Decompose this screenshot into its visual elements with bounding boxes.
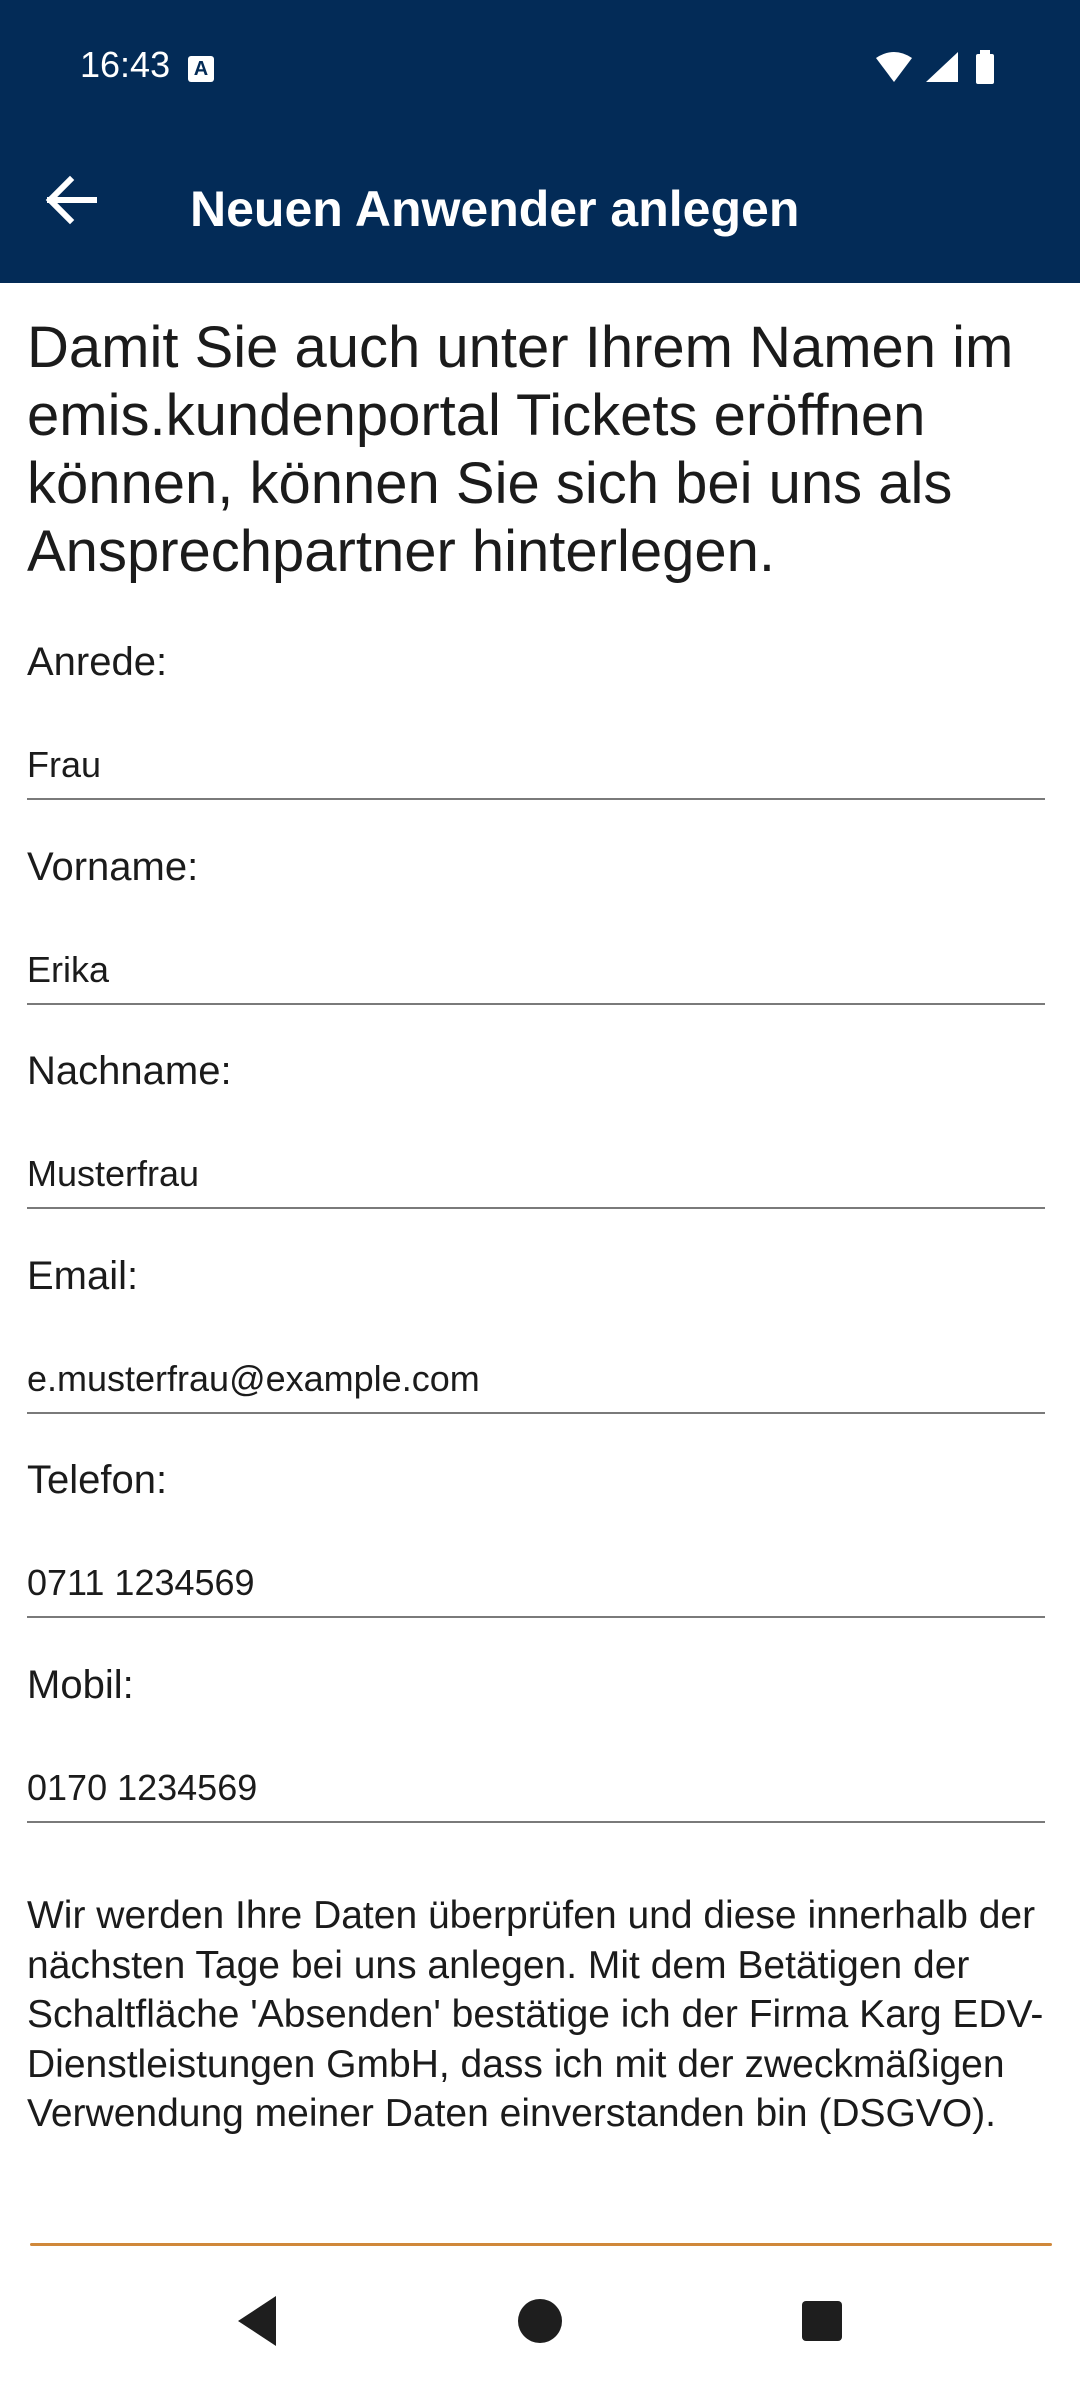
navigation-bar: [0, 2246, 1080, 2400]
phone-field[interactable]: 0711 1234569: [27, 1562, 255, 1604]
back-button[interactable]: [36, 164, 108, 236]
status-time: 16:43: [80, 44, 171, 85]
salutation-field[interactable]: Frau: [27, 744, 101, 786]
status-bar: 16:43 A: [0, 0, 1080, 136]
firstname-field[interactable]: Erika: [27, 949, 109, 991]
a-icon: A: [188, 56, 214, 82]
lastname-label: Nachname:: [27, 1049, 232, 1093]
nav-back-icon: [238, 2296, 276, 2346]
lastname-underline: [27, 1207, 1045, 1209]
mobile-label: Mobil:: [27, 1663, 134, 1707]
app-bar: Neuen Anwender anlegen: [0, 136, 1080, 283]
firstname-label: Vorname:: [27, 845, 199, 889]
signal-icon: [926, 52, 958, 82]
nav-recents-button[interactable]: [762, 2246, 882, 2400]
phone-underline: [27, 1616, 1045, 1618]
email-label: Email:: [27, 1254, 139, 1298]
intro-text: Damit Sie auch unter Ihrem Namen im emis…: [27, 315, 1014, 584]
mobile-field[interactable]: 0170 1234569: [27, 1767, 257, 1809]
battery-icon: [976, 54, 994, 84]
email-underline: [27, 1412, 1045, 1414]
nav-home-button[interactable]: [480, 2246, 600, 2400]
lastname-field[interactable]: Musterfrau: [27, 1153, 199, 1195]
privacy-notice: Wir werden Ihre Daten überprüfen und die…: [27, 1894, 1044, 2135]
nav-recents-icon: [802, 2301, 842, 2341]
page-title: Neuen Anwender anlegen: [190, 181, 800, 237]
phone-label: Telefon:: [27, 1458, 168, 1502]
salutation-label: Anrede:: [27, 640, 168, 684]
mobile-underline: [27, 1821, 1045, 1823]
nav-back-button[interactable]: [198, 2246, 318, 2400]
salutation-underline: [27, 798, 1045, 800]
nav-home-icon: [518, 2299, 562, 2343]
arrow-back-icon: [45, 175, 97, 225]
email-field[interactable]: e.musterfrau@example.com: [27, 1358, 480, 1400]
firstname-underline: [27, 1003, 1045, 1005]
status-icons: [876, 50, 994, 84]
wifi-icon: [876, 52, 912, 82]
